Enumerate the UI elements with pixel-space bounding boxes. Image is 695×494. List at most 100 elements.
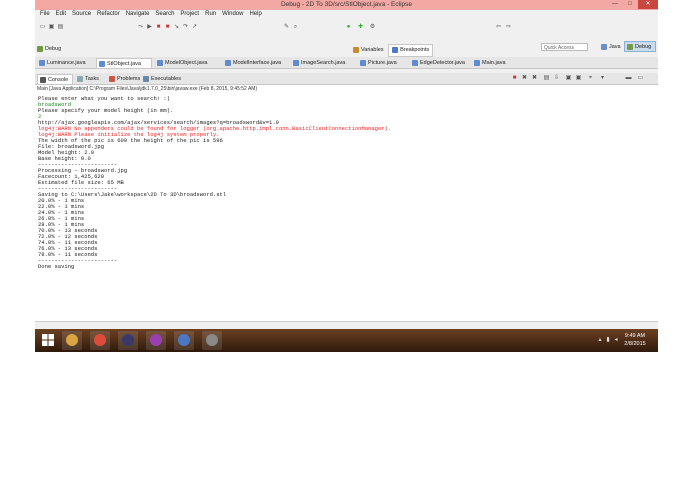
taskbar-app-file-explorer[interactable]	[62, 331, 82, 350]
file-explorer-icon	[66, 334, 78, 346]
new-icon[interactable]: ▭	[39, 24, 46, 31]
open-type-icon[interactable]: ✎	[283, 24, 290, 31]
debug-icon[interactable]: ✚	[357, 24, 364, 31]
back-icon[interactable]: ⇦	[495, 24, 502, 31]
menu-project[interactable]: Project	[177, 10, 202, 17]
suspend-icon[interactable]: ■	[155, 24, 162, 31]
windows-logo-icon	[42, 334, 54, 346]
maximize-view-icon[interactable]: ▭	[637, 75, 644, 82]
scroll-lock-icon[interactable]: ⇩	[553, 75, 560, 82]
taskbar-app-stl-viewer[interactable]	[146, 331, 166, 350]
network-icon[interactable]: ▮	[605, 337, 611, 343]
menu-file[interactable]: File	[37, 10, 53, 17]
editor-tab-label: StlObject.java	[107, 61, 141, 67]
terminate-icon[interactable]: ■	[164, 24, 171, 31]
search-icon[interactable]: ⌕	[292, 24, 299, 31]
taskbar-app-chrome[interactable]	[90, 331, 110, 350]
debug-view-bar: Debug	[37, 44, 337, 55]
remove-launch-icon[interactable]: ✖	[521, 75, 528, 82]
app-dark-icon	[122, 334, 134, 346]
skip-breakpoints-icon[interactable]: ⤳	[137, 24, 144, 31]
clock-date[interactable]: 2/8/2015	[620, 341, 650, 347]
resume-icon[interactable]: ▶	[146, 24, 153, 31]
show-stdout-icon[interactable]: ▣	[565, 75, 572, 82]
tab-breakpoints-active[interactable]: Breakpoints	[388, 44, 434, 57]
editor-tab-label: Luminance.java	[47, 60, 86, 66]
show-stderr-icon[interactable]: ▣	[575, 75, 582, 82]
taskbar-app-app-dark[interactable]	[118, 331, 138, 350]
forward-icon[interactable]: ⇨	[505, 24, 512, 31]
tab-console[interactable]: Console	[37, 74, 73, 84]
taskbar-app-java[interactable]	[174, 331, 194, 350]
settings-icon	[206, 334, 218, 346]
problems-tab-label: Problems	[117, 76, 141, 82]
console-icon	[40, 76, 46, 83]
menu-refactor[interactable]: Refactor	[94, 10, 123, 17]
minimize-view-icon[interactable]: ▬	[625, 75, 632, 82]
open-console-icon[interactable]: ▾	[599, 75, 606, 82]
editor-tab[interactable]: Luminance.java	[37, 58, 93, 68]
taskbar-app-settings[interactable]	[202, 331, 222, 350]
java-file-icon	[293, 59, 299, 66]
windows-taskbar: ▴ ▮ ◂ 9:49 AM 2/8/2015	[35, 329, 658, 352]
step-into-icon[interactable]: ↘	[173, 24, 180, 31]
executables-tab-label: Executables	[151, 76, 181, 82]
tab-variables[interactable]: Variables	[361, 47, 384, 53]
menu-source[interactable]: Source	[69, 10, 94, 17]
editor-tab[interactable]: ModelObject.java	[155, 58, 221, 68]
variables-view-bar: Variables Breakpoints	[353, 44, 655, 57]
save-icon[interactable]: ▣	[48, 24, 55, 31]
start-button[interactable]	[41, 333, 55, 347]
step-return-icon[interactable]: ↗	[191, 24, 198, 31]
tasks-tab-label: Tasks	[85, 76, 100, 82]
stl-viewer-icon	[150, 334, 162, 346]
debug-view-icon	[37, 45, 43, 52]
editor-tab-label: EdgeDetector.java	[420, 60, 465, 66]
window-title: Debug - 2D To 3D/src/StlObject.java - Ec…	[280, 1, 412, 8]
menu-search[interactable]: Search	[152, 10, 177, 17]
external-tools-icon[interactable]: ⚙	[369, 24, 376, 31]
pin-console-icon[interactable]: ⌖	[587, 75, 594, 82]
step-over-icon[interactable]: ↷	[182, 24, 189, 31]
editor-tab[interactable]: ModelInterface.java	[223, 58, 289, 68]
tab-breakpoints: Breakpoints	[400, 47, 430, 53]
tab-tasks[interactable]: Tasks	[75, 74, 105, 84]
volume-icon[interactable]: ◂	[613, 337, 619, 343]
tab-debug[interactable]: Debug	[45, 46, 61, 52]
chrome-icon	[94, 334, 106, 346]
main-toolbar: ▭ ▣ ▤ ⤳ ▶ ■ ■ ↘ ↷ ↗ ✎ ⌕ ● ✚ ⚙ ⇦ ⇨ Quick …	[35, 20, 658, 52]
clear-console-icon[interactable]: ▤	[543, 75, 550, 82]
menu-help[interactable]: Help	[246, 10, 264, 17]
editor-tab-label: Main.java	[482, 60, 506, 66]
clock-time[interactable]: 9:49 AM	[620, 333, 650, 339]
console-line: Done saving	[38, 263, 75, 270]
menu-run[interactable]: Run	[202, 10, 219, 17]
menu-navigate[interactable]: Navigate	[123, 10, 153, 17]
editor-tab-bar: Luminance.java StlObject.java ModelObjec…	[35, 57, 658, 69]
tab-executables[interactable]: Executables	[141, 74, 187, 84]
maximize-button[interactable]: □	[623, 0, 637, 9]
breakpoints-icon	[392, 46, 399, 53]
console-output[interactable]: Please enter what you want to search! :)…	[35, 93, 658, 322]
editor-tab[interactable]: EdgeDetector.java	[410, 58, 470, 68]
editor-tab[interactable]: Picture.java	[358, 58, 408, 68]
run-icon[interactable]: ●	[345, 24, 352, 31]
terminate-console-icon[interactable]: ■	[511, 75, 518, 82]
java-file-icon	[157, 59, 163, 66]
print-icon[interactable]: ▤	[57, 24, 64, 31]
editor-tab[interactable]: ImageSearch.java	[291, 58, 357, 68]
minimize-button[interactable]: —	[608, 0, 622, 9]
tab-problems[interactable]: Problems	[107, 74, 143, 84]
close-button[interactable]: ✕	[638, 0, 658, 9]
editor-tab[interactable]: Main.java	[472, 58, 522, 68]
editor-tab-active[interactable]: StlObject.java	[96, 58, 152, 68]
console-tab-bar: Console Tasks Problems Executables ■ ✖ ✖…	[35, 73, 658, 85]
tray-arrow-icon[interactable]: ▴	[597, 337, 603, 343]
java-file-icon	[225, 59, 231, 66]
menu-edit[interactable]: Edit	[53, 10, 69, 17]
java-file-icon	[360, 59, 366, 66]
remove-all-icon[interactable]: ✖	[531, 75, 538, 82]
title-bar[interactable]: Debug - 2D To 3D/src/StlObject.java - Ec…	[35, 0, 658, 10]
executables-icon	[143, 75, 149, 82]
menu-window[interactable]: Window	[219, 10, 246, 17]
